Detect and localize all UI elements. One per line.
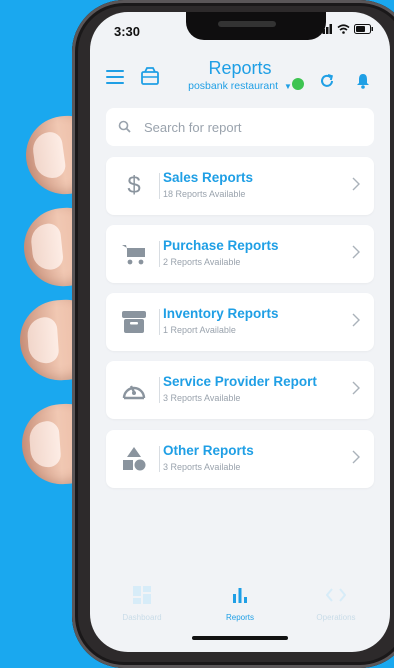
notifications-button[interactable] — [352, 70, 374, 92]
gauge-icon — [118, 374, 150, 406]
report-count: 2 Reports Available — [163, 257, 241, 267]
tab-label: Operations — [316, 613, 356, 622]
report-count: 1 Report Available — [163, 325, 236, 335]
report-card-other[interactable]: Other Reports 3 Reports Available — [106, 430, 374, 488]
speaker — [218, 21, 276, 27]
report-title: Purchase Reports — [163, 238, 279, 253]
report-count: 18 Reports Available — [163, 189, 246, 199]
archive-box-icon — [118, 306, 150, 338]
report-card-inventory[interactable]: Inventory Reports 1 Report Available — [106, 293, 374, 351]
bar-chart-icon — [233, 588, 247, 603]
report-card-purchase[interactable]: Purchase Reports 2 Reports Available — [106, 225, 374, 283]
report-card-service-provider[interactable]: Service Provider Report 3 Reports Availa… — [106, 361, 374, 419]
search-bar[interactable] — [106, 108, 374, 146]
online-status-dot — [292, 78, 304, 90]
shapes-icon — [118, 443, 150, 475]
report-title: Sales Reports — [163, 170, 254, 185]
tab-reports[interactable]: Reports — [200, 586, 280, 622]
refresh-button[interactable] — [316, 70, 338, 92]
app-screen: 3:30 Reports posbank restaurant ▼ $ — [90, 12, 390, 652]
dollar-icon: $ — [127, 172, 141, 199]
report-title: Service Provider Report — [163, 374, 317, 389]
app-header: Reports posbank restaurant ▼ — [90, 56, 390, 106]
chevron-right-icon — [352, 450, 360, 464]
status-icons — [319, 24, 374, 34]
report-count: 3 Reports Available — [163, 393, 241, 403]
card-divider — [159, 377, 160, 403]
report-card-sales[interactable]: $ Sales Reports 18 Reports Available — [106, 157, 374, 215]
grid-icon — [133, 586, 151, 604]
chevron-right-icon — [352, 177, 360, 191]
search-icon — [118, 120, 131, 133]
chevron-down-icon: ▼ — [283, 82, 292, 91]
report-title: Inventory Reports — [163, 306, 279, 321]
cart-icon — [118, 238, 150, 270]
tab-operations[interactable]: Operations — [296, 586, 376, 622]
card-divider — [159, 446, 160, 472]
bell-icon — [357, 74, 369, 89]
card-divider — [159, 173, 160, 199]
chevron-right-icon — [352, 313, 360, 327]
chevron-right-icon — [352, 381, 360, 395]
signal-icon — [319, 24, 332, 34]
home-indicator[interactable] — [192, 636, 288, 640]
report-title: Other Reports — [163, 443, 254, 458]
store-selector[interactable]: posbank restaurant ▼ — [90, 80, 390, 92]
search-input[interactable] — [142, 118, 366, 136]
refresh-icon — [321, 74, 334, 87]
tab-label: Dashboard — [122, 613, 162, 622]
wifi-icon — [337, 24, 350, 34]
status-time: 3:30 — [114, 24, 141, 39]
chevron-right-icon — [352, 245, 360, 259]
code-icon — [325, 588, 347, 602]
bottom-tab-bar: Dashboard Reports Operations — [90, 586, 390, 638]
page-title: Reports — [208, 58, 272, 78]
tab-dashboard[interactable]: Dashboard — [102, 586, 182, 622]
card-divider — [159, 309, 160, 335]
card-divider — [159, 241, 160, 267]
report-count: 3 Reports Available — [163, 462, 241, 472]
store-name: posbank restaurant — [188, 80, 279, 92]
tab-label: Reports — [225, 613, 254, 622]
battery-icon — [354, 24, 373, 34]
